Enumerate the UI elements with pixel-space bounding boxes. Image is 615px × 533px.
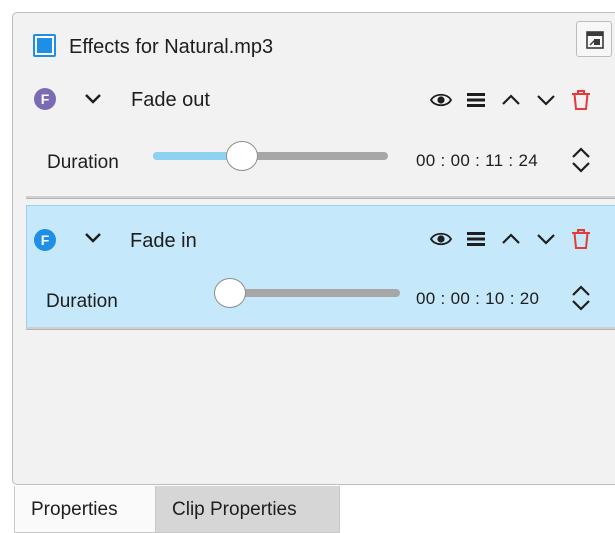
effect-fade-in[interactable]: F Fade in Duration 00: 00: 10: 20 <box>26 205 615 329</box>
move-down-icon[interactable] <box>534 227 558 251</box>
effect-name: Fade in <box>130 230 197 252</box>
effect-badge: F <box>34 229 56 251</box>
menu-icon[interactable] <box>464 88 488 112</box>
move-up-icon[interactable] <box>499 227 523 251</box>
move-down-icon[interactable] <box>534 88 558 112</box>
duration-slider[interactable] <box>153 141 388 171</box>
duration-label: Duration <box>46 291 118 312</box>
effect-toolbar <box>429 88 593 112</box>
effects-panel: Effects for Natural.mp3 F Fade out Durat… <box>12 12 615 485</box>
effects-enable-checkbox[interactable] <box>33 34 56 57</box>
tab-properties[interactable]: Properties <box>14 486 156 533</box>
effect-toolbar <box>429 227 593 251</box>
spin-arrows-icon[interactable] <box>569 146 593 174</box>
effect-fade-out[interactable]: F Fade out Duration 00: 00: 11: 24 <box>13 71 615 194</box>
spin-arrows-icon[interactable] <box>569 284 593 312</box>
duration-value[interactable]: 00 : 00 : 10 : 20 <box>416 288 539 310</box>
panel-header: Effects for Natural.mp3 <box>13 13 615 71</box>
effect-name: Fade out <box>131 89 210 111</box>
undock-button[interactable] <box>576 21 612 57</box>
panel-title: Effects for Natural.mp3 <box>69 36 274 58</box>
eye-icon[interactable] <box>429 88 453 112</box>
effect-separator <box>26 327 615 330</box>
chevron-down-icon[interactable] <box>83 231 103 245</box>
duration-slider[interactable] <box>214 278 400 308</box>
move-up-icon[interactable] <box>499 88 523 112</box>
duration-value[interactable]: 00 : 00 : 11 : 24 <box>416 150 538 172</box>
menu-icon[interactable] <box>464 227 488 251</box>
bottom-tab-bar: Properties Clip Properties <box>14 486 340 533</box>
tab-clip-properties[interactable]: Clip Properties <box>156 486 340 533</box>
delete-icon[interactable] <box>569 88 593 112</box>
slider-handle[interactable] <box>214 278 246 308</box>
slider-handle[interactable] <box>226 141 259 171</box>
effect-separator <box>26 196 615 199</box>
duration-label: Duration <box>47 152 119 173</box>
effect-badge: F <box>34 88 56 110</box>
undock-icon <box>586 31 604 49</box>
eye-icon[interactable] <box>429 227 453 251</box>
chevron-down-icon[interactable] <box>83 92 103 106</box>
delete-icon[interactable] <box>569 227 593 251</box>
